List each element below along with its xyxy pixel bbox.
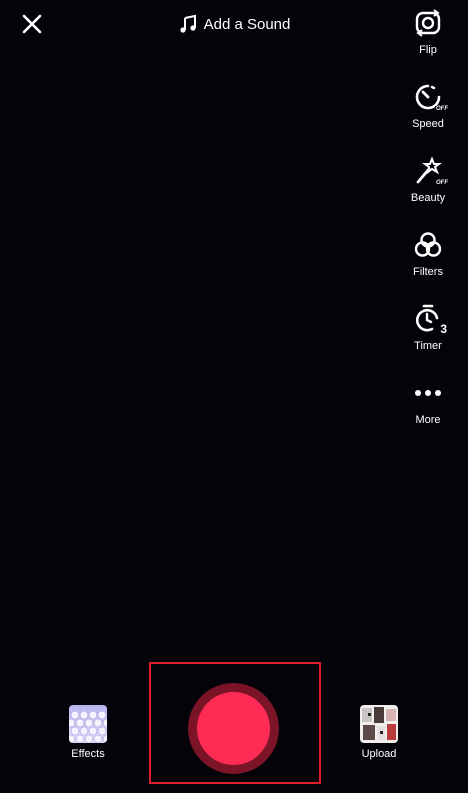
effects-thumbnail xyxy=(69,705,107,743)
filters-label: Filters xyxy=(413,266,443,278)
record-button[interactable] xyxy=(188,683,279,774)
upload-label: Upload xyxy=(361,748,397,760)
beauty-badge: OFF xyxy=(435,180,449,186)
timer-button[interactable]: 3 Timer xyxy=(388,302,468,376)
effects-button[interactable]: Effects xyxy=(58,705,118,760)
close-button[interactable] xyxy=(18,10,46,38)
more-button[interactable]: More xyxy=(388,376,468,450)
speed-button[interactable]: OFF Speed xyxy=(388,80,468,154)
upload-thumbnail xyxy=(360,705,398,743)
speed-label: Speed xyxy=(412,118,444,130)
effects-label: Effects xyxy=(71,748,105,760)
more-icon xyxy=(415,390,441,396)
timer-badge: 3 xyxy=(440,322,447,336)
add-sound-button[interactable]: Add a Sound xyxy=(164,12,304,36)
flip-camera-icon xyxy=(415,9,441,37)
filters-button[interactable]: Filters xyxy=(388,228,468,302)
filters-icon xyxy=(414,232,442,257)
camera-tools-sidebar: Flip OFF Speed OFF Beauty Filters 3 Time… xyxy=(388,6,468,450)
add-sound-label: Add a Sound xyxy=(203,15,291,33)
more-label: More xyxy=(415,414,441,426)
beauty-label: Beauty xyxy=(410,192,446,204)
record-button-inner xyxy=(197,692,270,765)
upload-button[interactable]: Upload xyxy=(349,705,409,760)
close-icon xyxy=(22,14,42,34)
timer-label: Timer xyxy=(414,340,442,352)
flip-label: Flip xyxy=(419,44,437,56)
speed-badge: OFF xyxy=(435,106,449,112)
timer-icon xyxy=(415,304,439,332)
music-note-icon xyxy=(180,14,196,33)
flip-button[interactable]: Flip xyxy=(388,6,468,80)
beauty-button[interactable]: OFF Beauty xyxy=(388,154,468,228)
